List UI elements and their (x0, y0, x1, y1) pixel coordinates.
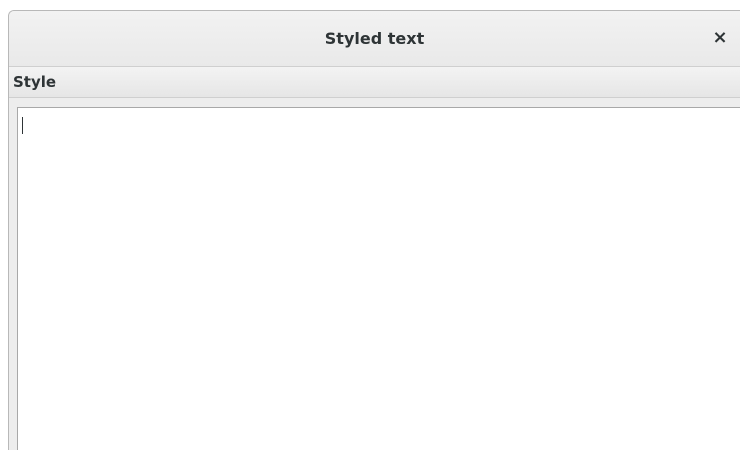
window-title: Styled text (324, 29, 425, 48)
title-bar[interactable]: Styled text × (9, 11, 740, 67)
menu-bar: Style (9, 67, 740, 98)
close-button[interactable]: × (708, 26, 732, 50)
text-editor[interactable] (17, 107, 740, 450)
text-caret (22, 117, 23, 134)
menu-style[interactable]: Style (13, 73, 56, 91)
close-icon: × (712, 27, 728, 48)
styled-text-window: Styled text × Style (8, 10, 740, 450)
